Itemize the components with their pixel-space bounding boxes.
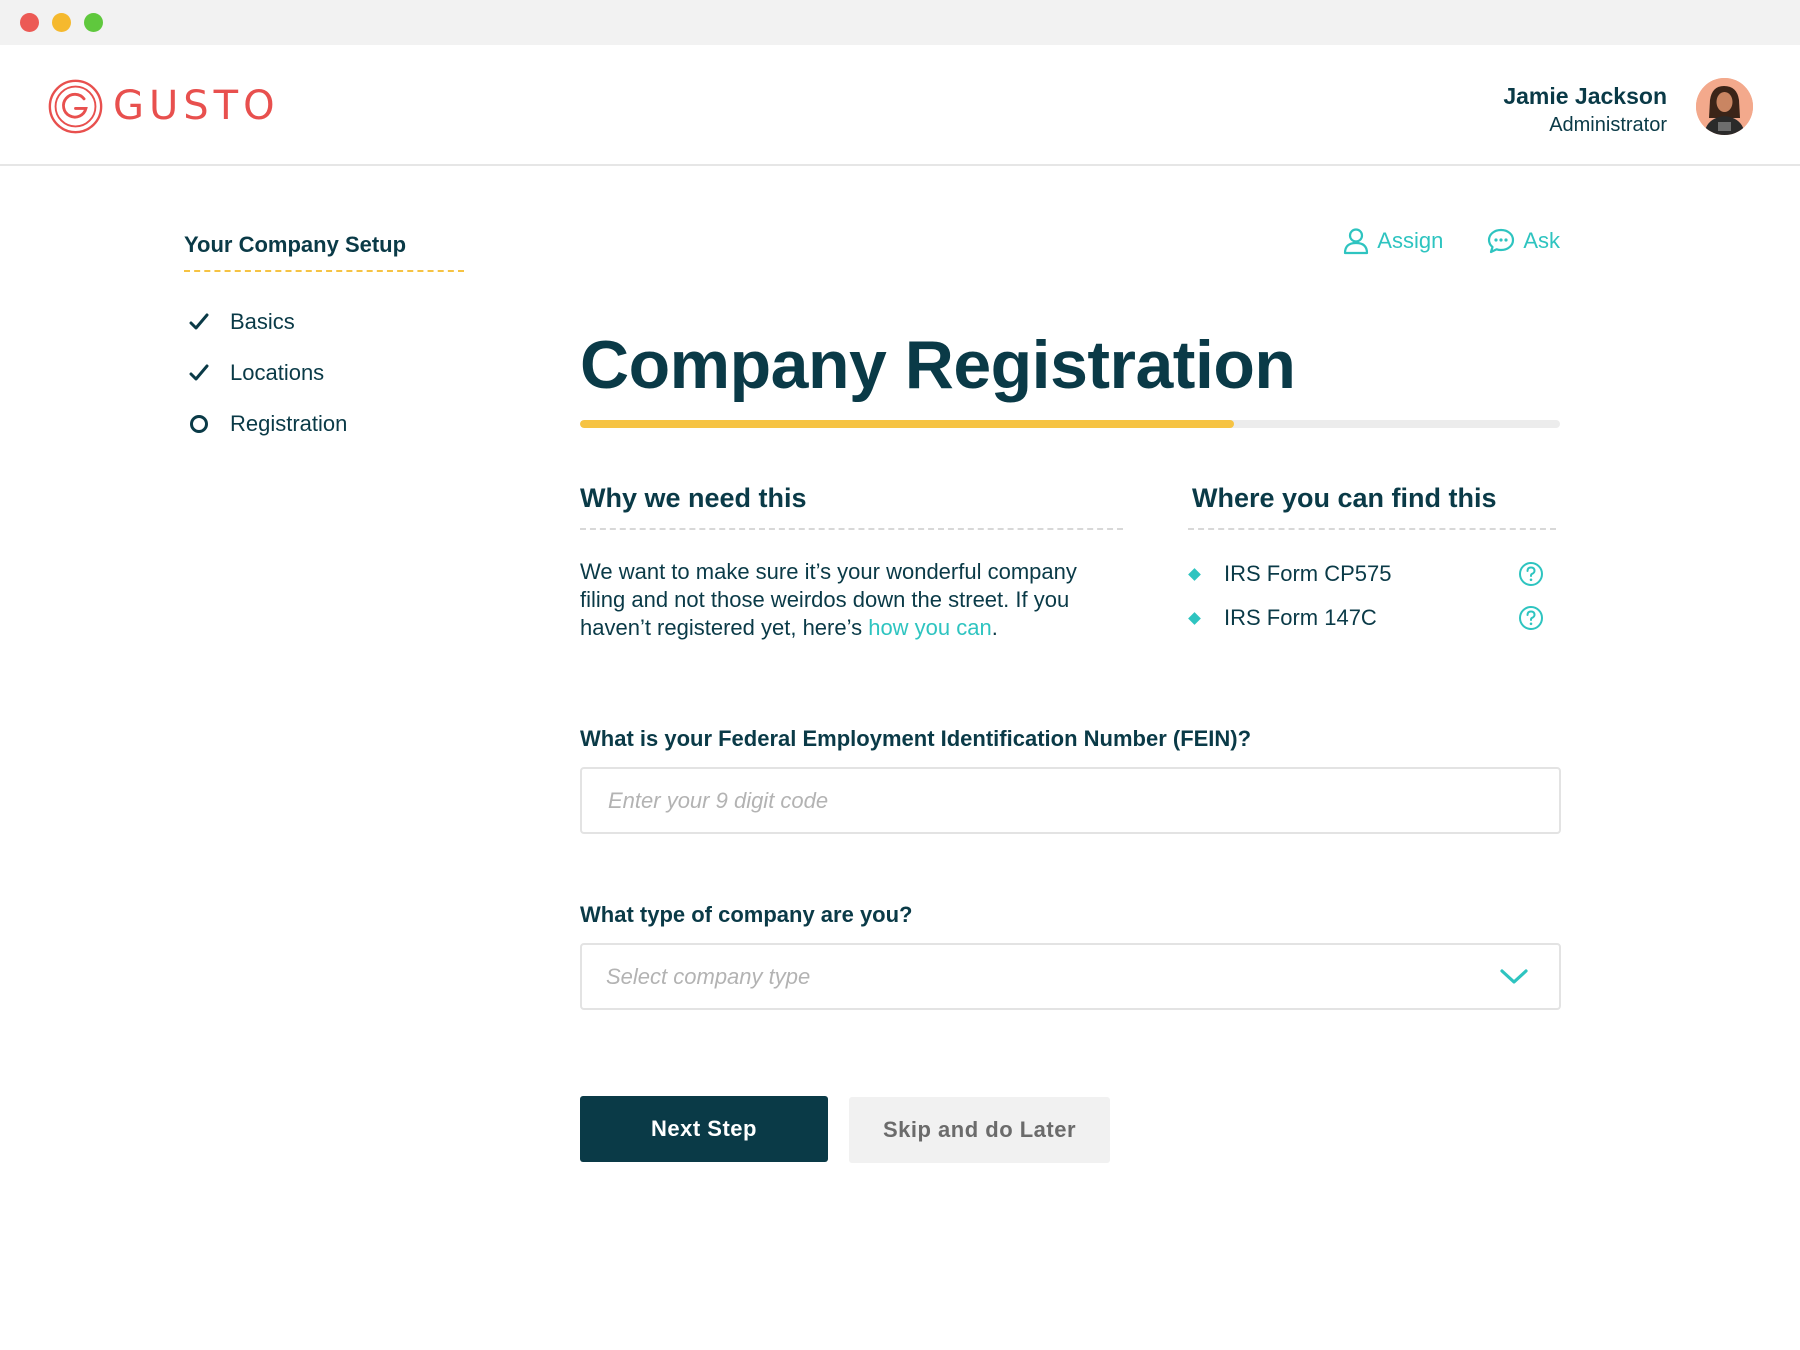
assign-label: Assign — [1377, 228, 1444, 253]
why-body: We want to make sure it’s your wonderful… — [580, 559, 1077, 640]
user-info[interactable]: Jamie Jackson Administrator — [1503, 81, 1667, 139]
sidebar-item-basics[interactable]: Basics — [184, 296, 464, 347]
window-minimize-button[interactable] — [52, 13, 71, 32]
ask-label: Ask — [1523, 228, 1560, 253]
setup-steps: Basics Locations Registration — [184, 296, 464, 449]
where-section: Where you can find this IRS Form CP575 I… — [1188, 483, 1556, 640]
gusto-logo-icon — [48, 79, 103, 133]
avatar-image — [1696, 78, 1753, 135]
where-title: Where you can find this — [1188, 483, 1556, 530]
assign-button[interactable]: Assign — [1343, 227, 1443, 255]
user-role: Administrator — [1549, 114, 1667, 136]
brand-logo[interactable]: GUSTO — [47, 77, 280, 135]
fein-field-container — [580, 767, 1561, 834]
circle-icon — [188, 413, 210, 435]
company-type-select[interactable]: Select company type — [580, 943, 1561, 1010]
sidebar-item-registration[interactable]: Registration — [184, 398, 464, 449]
sidebar-item-locations[interactable]: Locations — [184, 347, 464, 398]
help-icon[interactable] — [1518, 605, 1544, 631]
ask-button[interactable]: Ask — [1487, 227, 1560, 255]
user-icon — [1344, 228, 1369, 255]
help-icon[interactable] — [1518, 561, 1544, 587]
user-avatar[interactable] — [1696, 78, 1753, 135]
sidebar-title: Your Company Setup — [184, 232, 464, 272]
fein-label: What is your Federal Employment Identifi… — [580, 726, 1252, 751]
find-item-label: IRS Form 147C — [1224, 605, 1377, 630]
top-actions: Assign Ask — [1343, 227, 1560, 255]
user-name: Jamie Jackson — [1503, 83, 1667, 109]
why-title: Why we need this — [580, 483, 1123, 530]
company-type-label: What type of company are you? — [580, 902, 913, 927]
app-header: GUSTO Jamie Jackson Administrator — [0, 45, 1800, 166]
sidebar-item-label: Basics — [230, 308, 295, 334]
fein-input[interactable] — [582, 769, 1559, 832]
sidebar-item-label: Registration — [230, 410, 348, 436]
why-text: We want to make sure it’s your wonderful… — [580, 558, 1123, 642]
how-you-can-link[interactable]: how you can — [868, 615, 992, 640]
company-type-placeholder: Select company type — [606, 964, 811, 989]
progress-bar — [580, 420, 1560, 428]
window-titlebar — [0, 0, 1800, 45]
list-item: IRS Form 147C — [1188, 596, 1556, 640]
chevron-down-icon — [1500, 969, 1528, 984]
find-list: IRS Form CP575 IRS Form 147C — [1188, 552, 1556, 640]
list-item: IRS Form CP575 — [1188, 552, 1556, 596]
diamond-bullet-icon — [1188, 611, 1201, 625]
next-step-button[interactable]: Next Step — [580, 1096, 828, 1162]
diamond-bullet-icon — [1188, 567, 1201, 581]
progress-fill — [580, 420, 1234, 428]
check-icon — [188, 362, 210, 384]
why-section: Why we need this We want to make sure it… — [580, 483, 1123, 642]
find-item-label: IRS Form CP575 — [1224, 561, 1392, 586]
setup-sidebar: Your Company Setup Basics Locations Regi… — [184, 232, 464, 449]
brand-name: GUSTO — [113, 83, 280, 129]
sidebar-item-label: Locations — [230, 359, 325, 385]
skip-button[interactable]: Skip and do Later — [849, 1097, 1110, 1163]
why-end: . — [991, 615, 998, 640]
chat-bubble-icon — [1488, 228, 1515, 254]
check-icon — [188, 311, 210, 333]
page-title: Company Registration — [580, 327, 1296, 403]
window-maximize-button[interactable] — [84, 13, 103, 32]
window-close-button[interactable] — [20, 13, 39, 32]
